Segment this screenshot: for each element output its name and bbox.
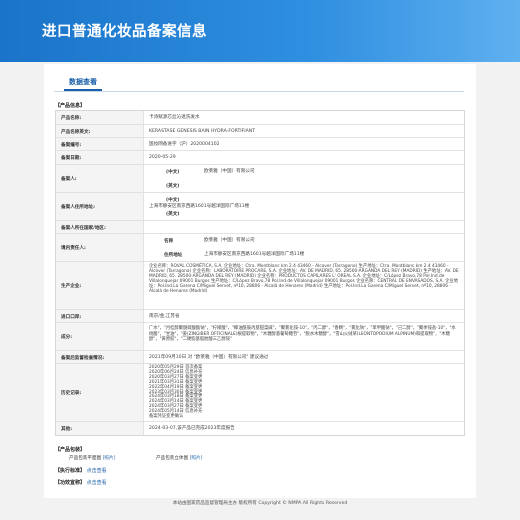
label-post-record-inspection: 备案后监督检查情况: bbox=[61, 356, 105, 361]
stereo-view-item: 产品包装立体图 [照片] bbox=[156, 455, 202, 461]
tab-data-view[interactable]: 数据查看 bbox=[69, 77, 97, 87]
label-filer: 备案人: bbox=[61, 177, 77, 182]
label-product-name: 产品名称: bbox=[61, 116, 82, 121]
tab-divider bbox=[54, 91, 464, 92]
row-domestic-agent: 境内责任人: 名称 住所地址 欧莱雅（中国）有限公司 上海市静安区南京西路160… bbox=[56, 234, 464, 262]
stereo-view-label: 产品包装立体图 bbox=[156, 456, 189, 461]
row-ingredients: 成分: 广水"，"月桂醇聚醚硫酸酯钠"，"柠檬酸"，"椰油酰胺丙基甜菜碱"，"聚… bbox=[56, 323, 464, 351]
site-footer: 本站由国家药品监督管理局主办 版权所有 Copyright © NMPA All… bbox=[172, 501, 348, 506]
value-import-port: 南京/金,江苏省 bbox=[149, 314, 180, 319]
history-item: 备案凭证变更确认 bbox=[149, 414, 184, 420]
exec-standard-link[interactable]: 点击查看 bbox=[87, 468, 107, 474]
label-filer-en: (英文) bbox=[166, 184, 180, 189]
row-history: 历史记录: 2020年05月29日 首次备案 2020年06月24日 信息补充 … bbox=[56, 364, 464, 422]
label-domestic-agent: 境内责任人: bbox=[61, 246, 86, 251]
label-history: 历史记录: bbox=[61, 391, 82, 396]
row-filer: 备案人: (中文) (英文) 欧莱雅（中国）有限公司 bbox=[56, 165, 464, 193]
value-other: 2024-03-07,该产品已完成2023年度报告 bbox=[149, 426, 235, 431]
value-agent-name: 欧莱雅（中国）有限公司 bbox=[204, 238, 255, 243]
value-filer-zh: 欧莱雅（中国）有限公司 bbox=[204, 169, 255, 174]
label-agent-address: 住所地址 bbox=[164, 253, 183, 258]
stereo-view-photo-link[interactable]: [照片] bbox=[190, 456, 203, 461]
value-filer-address-zh: 上海市静安区南京西路1601号越洋国际广场11楼 bbox=[149, 204, 250, 209]
front-view-label: 产品包装平面图 bbox=[69, 456, 102, 461]
row-import-port: 进口口岸: 南京/金,江苏省 bbox=[56, 310, 464, 323]
front-view-item: 产品包装平面图 [照片] bbox=[69, 455, 115, 461]
label-import-port: 进口口岸: bbox=[61, 315, 82, 320]
site-header: 进口普通化妆品备案信息 bbox=[0, 0, 520, 62]
row-record-date: 备案日期: 2020-05-29 bbox=[56, 151, 464, 165]
product-info-table: 产品名称: 卡诗赋源芯丝沁透洗发水 产品名称英文: KERASTASE GENE… bbox=[55, 110, 465, 436]
row-other: 其他: 2024-03-07,该产品已完成2023年度报告 bbox=[56, 422, 464, 435]
label-filer-country: 备案人所在国家/地区: bbox=[61, 226, 106, 231]
label-ingredients: 成分: bbox=[61, 335, 73, 340]
value-record-date: 2020-05-29 bbox=[149, 155, 176, 160]
label-filer-address-en: (英文) bbox=[166, 212, 180, 217]
label-other: 其他: bbox=[61, 427, 73, 432]
product-info-section-title: 【产品信息】 bbox=[55, 103, 86, 109]
value-producer: 企业名称：ROVAL COSMÉTICA, S.A. 企业地址：Ctra. Mo… bbox=[149, 264, 459, 295]
value-ingredients: 广水"，"月桂醇聚醚硫酸酯钠"，"柠檬酸"，"椰油酰胺丙基甜菜碱"，"聚氯化铵-… bbox=[149, 326, 456, 342]
label-record-number: 备案编号: bbox=[61, 143, 82, 148]
exec-standard-label: 【执行标准】 bbox=[55, 468, 86, 474]
row-product-name-en: 产品名称英文: KERASTASE GENESIS BAIN HYDRA-FOR… bbox=[56, 125, 464, 138]
row-product-name: 产品名称: 卡诗赋源芯丝沁透洗发水 bbox=[56, 111, 464, 125]
row-filer-address: 备案人住所地址: (中文) (英文) 上海市静安区南京西路1601号越洋国际广场… bbox=[56, 193, 464, 221]
exec-standard-row: 【执行标准】 点击查看 bbox=[55, 467, 107, 474]
packaging-section-title: 【产品包装】 bbox=[55, 447, 86, 453]
label-agent-name: 名称 bbox=[164, 239, 174, 244]
label-filer-zh: (中文) bbox=[166, 170, 180, 175]
history-list: 2020年05月29日 首次备案 2020年06月24日 信息补充 2020年0… bbox=[149, 365, 460, 420]
label-producer: 生产企业: bbox=[61, 284, 82, 289]
efficacy-row: 【功效宣称】 点击查看 bbox=[55, 479, 107, 486]
label-product-name-en: 产品名称英文: bbox=[61, 130, 91, 135]
row-filer-country: 备案人所在国家/地区: bbox=[56, 221, 464, 234]
row-producer: 生产企业: 企业名称：ROVAL COSMÉTICA, S.A. 企业地址：Ct… bbox=[56, 262, 464, 310]
front-view-photo-link[interactable]: [照片] bbox=[103, 456, 116, 461]
efficacy-link[interactable]: 点击查看 bbox=[87, 480, 107, 486]
label-record-date: 备案日期: bbox=[61, 156, 82, 161]
row-record-number: 备案编号: 国妆网备进字（沪）2020004102 bbox=[56, 138, 464, 151]
value-post-record-inspection: 2021年09月10日 对 "欧莱雅（中国）有限公司" 建议通过 bbox=[149, 355, 269, 360]
page-title: 进口普通化妆品备案信息 bbox=[42, 24, 207, 40]
value-product-name-en: KERASTASE GENESIS BAIN HYDRA-FORTIFIANT bbox=[149, 129, 256, 134]
label-filer-address: 备案人住所地址: bbox=[61, 205, 95, 210]
value-product-name: 卡诗赋源芯丝沁透洗发水 bbox=[149, 115, 200, 120]
efficacy-label: 【功效宣称】 bbox=[55, 480, 86, 486]
value-agent-address: 上海市静安区南京西路1601号越洋国际广场11楼 bbox=[204, 252, 305, 257]
value-record-number: 国妆网备进字（沪）2020004102 bbox=[149, 142, 220, 147]
row-post-record-inspection: 备案后监督检查情况: 2021年09月10日 对 "欧莱雅（中国）有限公司" 建… bbox=[56, 351, 464, 364]
